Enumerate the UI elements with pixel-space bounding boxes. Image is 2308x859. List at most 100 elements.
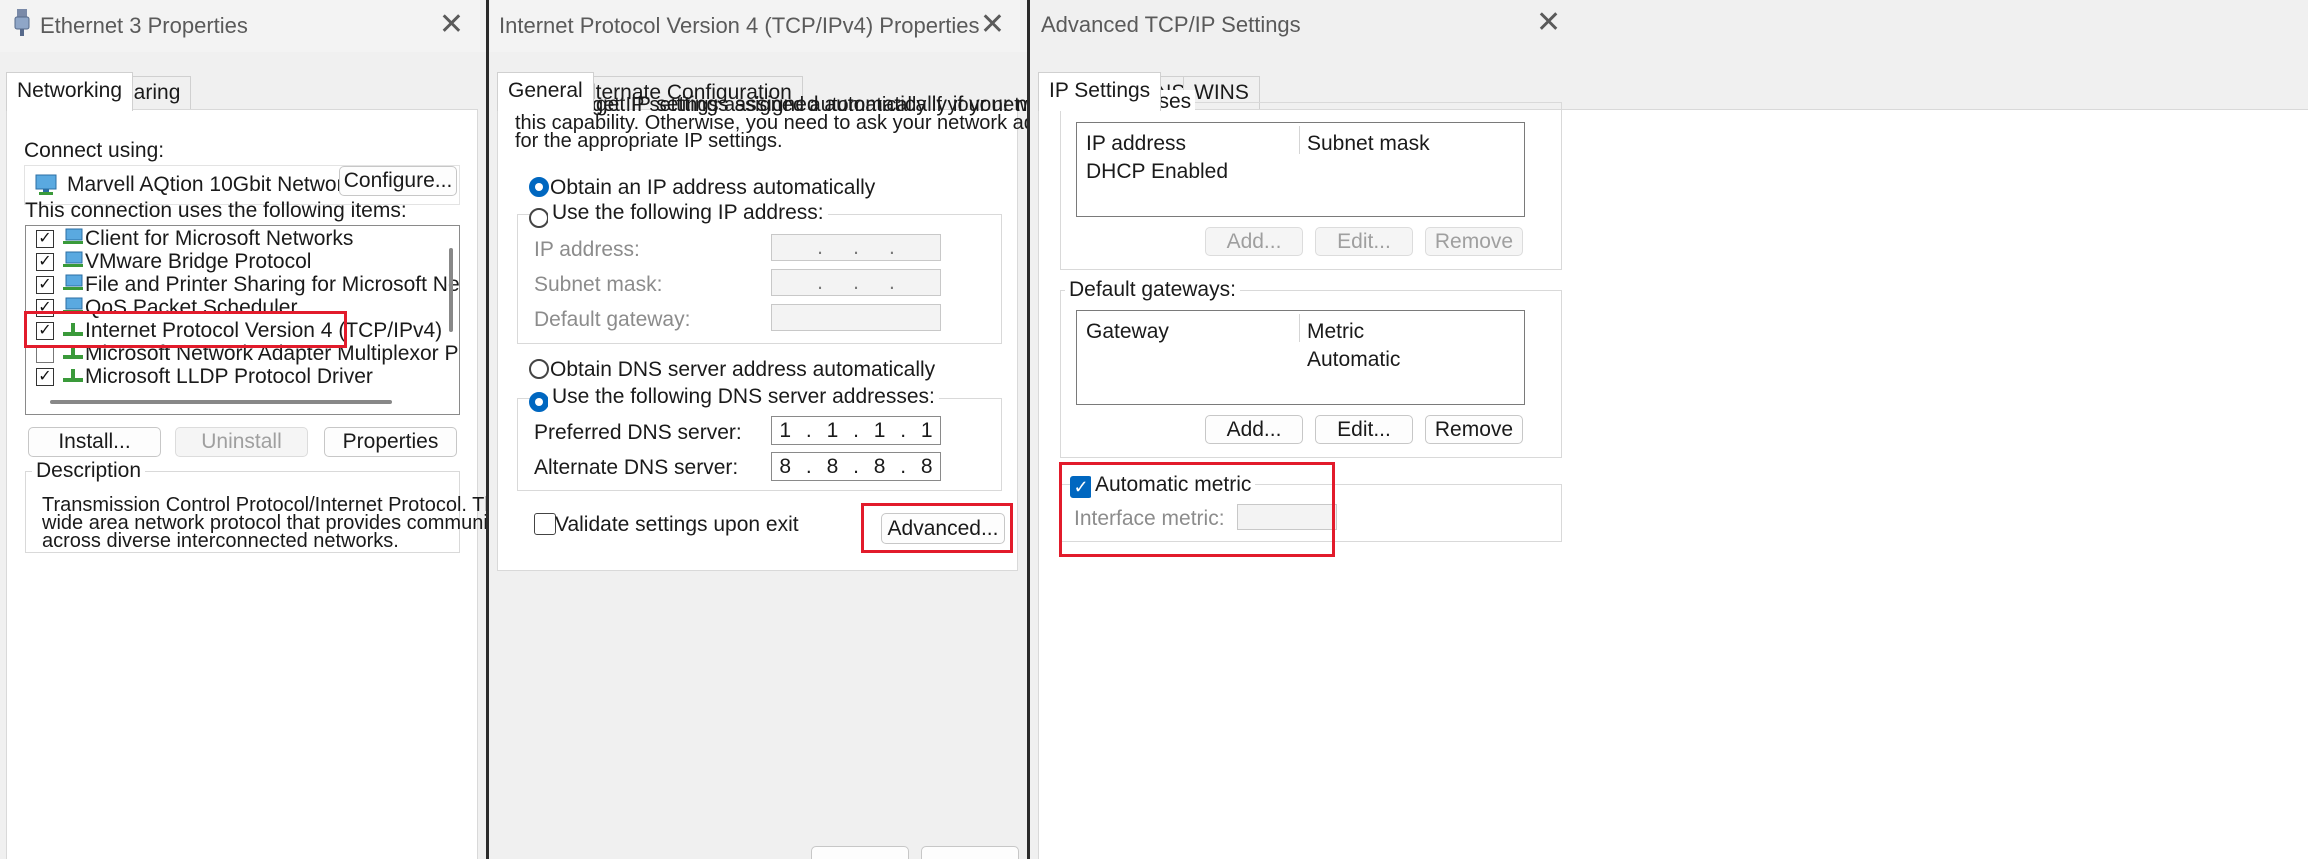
ethernet-properties-dialog: Ethernet 3 Properties ✕ Networking Shari… — [0, 0, 486, 859]
ip-edit-button[interactable]: Edit... — [1315, 227, 1413, 256]
obtain-dns-auto-radio[interactable] — [529, 359, 549, 379]
list-item[interactable]: Microsoft Network Adapter Multiplexor Pr… — [26, 341, 459, 365]
cancel-button[interactable] — [921, 846, 1019, 859]
list-item[interactable]: ✓ Microsoft LLDP Protocol Driver — [26, 364, 436, 388]
octet: 1 — [873, 418, 886, 442]
ip-address-label: IP address: — [534, 238, 640, 261]
tab-networking[interactable]: Networking — [6, 72, 134, 111]
ip-address-field[interactable]: ... — [771, 234, 941, 261]
horizontal-scrollbar[interactable] — [50, 400, 392, 404]
preferred-dns-field[interactable]: 1.1.1.1 — [771, 416, 941, 445]
close-icon[interactable]: ✕ — [439, 10, 464, 40]
description-label: Description — [32, 459, 146, 483]
gateway-edit-button[interactable]: Edit... — [1315, 415, 1413, 444]
subnet-mask-dots: ... — [817, 270, 895, 294]
column-header-ip-address[interactable]: IP address — [1086, 132, 1186, 156]
item-checkbox[interactable]: ✓ — [36, 276, 54, 294]
octet: 8 — [873, 454, 886, 478]
ipv4-properties-dialog: Internet Protocol Version 4 (TCP/IPv4) P… — [489, 0, 1027, 859]
use-following-dns-radio[interactable] — [529, 392, 549, 412]
gateway-list[interactable]: Gateway Metric Automatic — [1076, 310, 1525, 405]
octet: 8 — [826, 454, 839, 478]
adapter-icon — [35, 174, 57, 195]
title-bar: Internet Protocol Version 4 (TCP/IPv4) P… — [489, 0, 1027, 52]
automatic-metric-checkbox[interactable]: ✓ — [1070, 476, 1092, 498]
table-row[interactable]: DHCP Enabled — [1086, 160, 1228, 184]
dialog-title: Internet Protocol Version 4 (TCP/IPv4) P… — [499, 13, 980, 38]
octet: 1 — [826, 418, 839, 442]
configure-button[interactable]: Configure... — [339, 166, 457, 196]
ok-button[interactable] — [811, 846, 909, 859]
advanced-button[interactable]: Advanced... — [881, 513, 1005, 544]
gateway-remove-button[interactable]: Remove — [1425, 415, 1523, 444]
interface-metric-label: Interface metric: — [1074, 507, 1225, 530]
subnet-mask-field[interactable]: ... — [771, 269, 941, 296]
preferred-dns-label: Preferred DNS server: — [534, 421, 742, 444]
column-divider — [1299, 126, 1300, 154]
network-protocol-icon — [63, 251, 83, 267]
column-header-gateway[interactable]: Gateway — [1086, 320, 1169, 344]
octet: 8 — [920, 454, 933, 478]
ip-address-dots: ... — [817, 235, 895, 259]
item-checkbox[interactable]: ✓ — [36, 322, 54, 340]
alternate-dns-field[interactable]: 8.8.8.8 — [771, 452, 941, 481]
close-icon[interactable]: ✕ — [1536, 8, 1561, 38]
column-header-subnet-mask[interactable]: Subnet mask — [1307, 132, 1430, 156]
network-service-icon — [63, 297, 83, 313]
default-gateway-field[interactable] — [771, 304, 941, 331]
automatic-metric-label[interactable]: Automatic metric — [1091, 473, 1256, 497]
protocol-icon — [63, 346, 83, 359]
uninstall-button[interactable]: Uninstall — [175, 427, 308, 457]
list-item[interactable]: ✓ Internet Protocol Version 4 (TCP/IPv4) — [26, 318, 442, 342]
octet: 1 — [920, 418, 933, 442]
close-icon[interactable]: ✕ — [980, 10, 1005, 40]
network-service-icon — [63, 274, 83, 290]
default-gateways-group: Default gateways: Gateway Metric Automat… — [1060, 278, 1562, 458]
alternate-dns-octets: 8.8.8.8 — [779, 454, 933, 478]
use-following-dns-label[interactable]: Use the following DNS server addresses: — [548, 385, 939, 409]
vertical-scrollbar[interactable] — [449, 248, 453, 332]
title-bar: Ethernet 3 Properties ✕ — [0, 0, 486, 52]
item-checkbox[interactable] — [36, 345, 54, 363]
install-button[interactable]: Install... — [28, 427, 161, 457]
protocol-icon — [63, 323, 83, 336]
tab-ip-settings[interactable]: IP Settings — [1038, 72, 1162, 111]
list-item[interactable]: ✓ QoS Packet Scheduler — [26, 295, 436, 319]
interface-metric-field[interactable] — [1237, 504, 1337, 530]
protocol-icon — [63, 369, 83, 382]
list-item[interactable]: ✓ VMware Bridge Protocol — [26, 249, 436, 273]
ip-address-list[interactable]: IP address Subnet mask DHCP Enabled — [1076, 122, 1525, 217]
static-ip-group: Use the following IP address: IP address… — [517, 201, 1002, 344]
obtain-dns-auto-label[interactable]: Obtain DNS server address automatically — [550, 358, 935, 382]
advanced-tcpip-dialog: Advanced TCP/IP Settings ✕ IP Settings D… — [1030, 0, 2308, 859]
network-client-icon — [63, 228, 83, 244]
item-checkbox[interactable]: ✓ — [36, 299, 54, 317]
item-checkbox[interactable]: ✓ — [36, 253, 54, 271]
item-checkbox[interactable]: ✓ — [36, 368, 54, 386]
validate-checkbox[interactable] — [534, 513, 556, 535]
item-label: Internet Protocol Version 4 (TCP/IPv4) — [85, 319, 443, 342]
item-label: Microsoft LLDP Protocol Driver — [85, 365, 373, 388]
items-list[interactable]: ✓ Client for Microsoft Networks ✓ VMware… — [25, 225, 460, 415]
list-item[interactable]: ✓ File and Printer Sharing for Microsoft… — [26, 272, 459, 296]
ip-addresses-group: IP addresses IP address Subnet mask DHCP… — [1060, 90, 1562, 270]
use-following-ip-radio[interactable] — [529, 208, 549, 228]
properties-button[interactable]: Properties — [324, 427, 457, 457]
obtain-ip-auto-radio[interactable] — [529, 177, 549, 197]
dns-servers-group: Use the following DNS server addresses: … — [517, 385, 1002, 491]
item-checkbox[interactable]: ✓ — [36, 230, 54, 248]
ip-remove-button[interactable]: Remove — [1425, 227, 1523, 256]
preferred-dns-octets: 1.1.1.1 — [779, 418, 933, 442]
gateway-add-button[interactable]: Add... — [1205, 415, 1303, 444]
item-label: File and Printer Sharing for Microsoft N… — [85, 273, 460, 296]
tab-general[interactable]: General — [497, 72, 594, 111]
ip-add-button[interactable]: Add... — [1205, 227, 1303, 256]
obtain-ip-auto-label[interactable]: Obtain an IP address automatically — [550, 176, 875, 200]
validate-label[interactable]: Validate settings upon exit — [555, 513, 799, 537]
use-following-ip-label[interactable]: Use the following IP address: — [548, 201, 828, 225]
connect-using-label: Connect using: — [24, 139, 165, 162]
default-gateways-label: Default gateways: — [1065, 278, 1240, 302]
column-header-metric[interactable]: Metric — [1307, 320, 1364, 344]
table-row[interactable]: Automatic — [1307, 348, 1400, 372]
list-item[interactable]: ✓ Client for Microsoft Networks — [26, 226, 436, 250]
